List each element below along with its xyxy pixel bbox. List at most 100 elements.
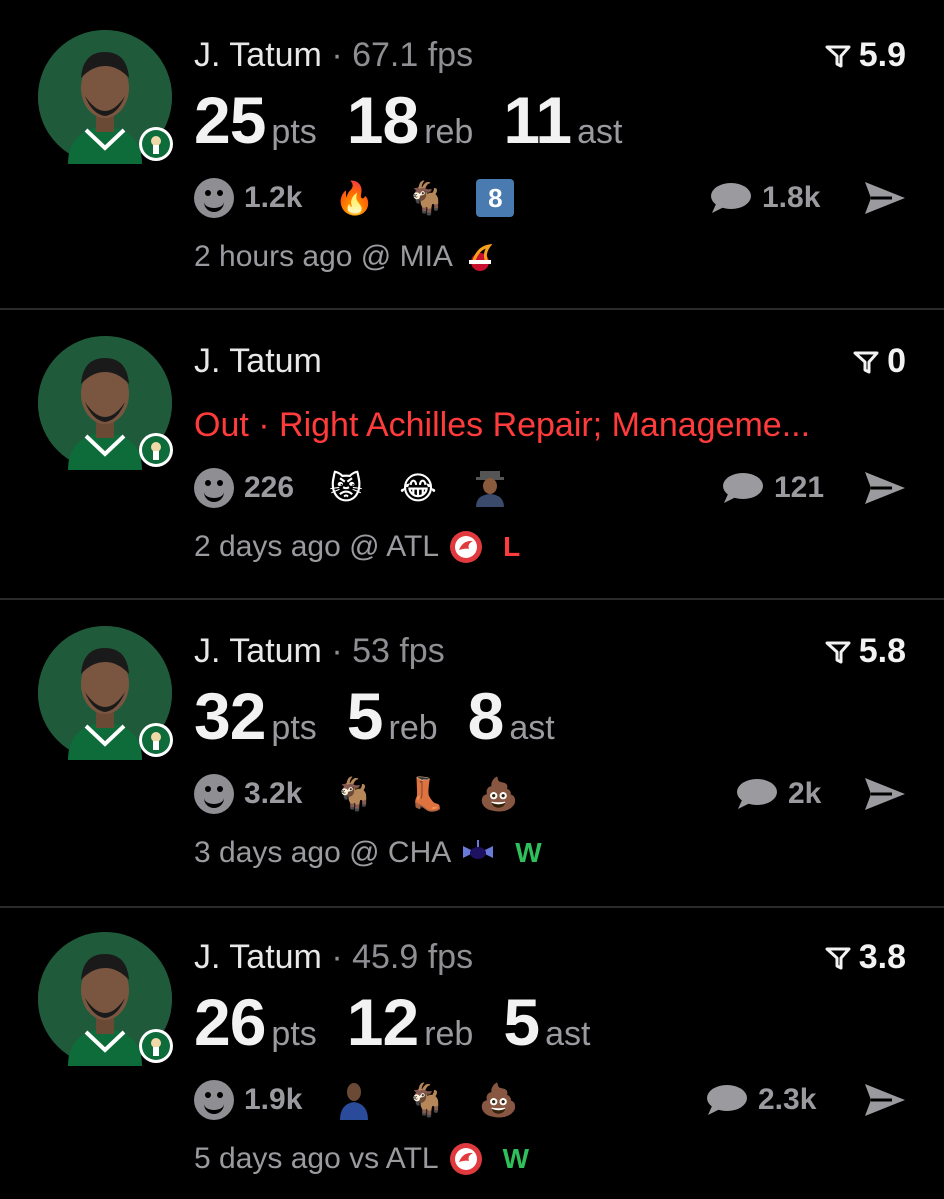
game-venue: vs ATL	[349, 1142, 439, 1175]
reaction-count[interactable]: 1.2k	[244, 181, 302, 215]
game-result: W	[515, 837, 542, 868]
reaction-bar: 1.2k 🔥 🐐 8	[194, 176, 515, 220]
assists-unit: ast	[577, 113, 623, 151]
share-icon[interactable]	[862, 1080, 908, 1120]
game-time: 5 days ago	[194, 1142, 341, 1175]
fantasy-points: 67.1 fps	[352, 36, 474, 74]
reaction-count[interactable]: 3.2k	[244, 777, 302, 811]
points-unit: pts	[271, 709, 317, 747]
person-avatar-emoji-icon[interactable]	[468, 466, 512, 510]
fantasy-points: 45.9 fps	[352, 938, 474, 976]
crying-laughing-emoji-icon[interactable]: 😂	[396, 466, 440, 510]
poop-emoji-icon[interactable]: 💩	[476, 772, 520, 816]
poop-emoji-icon[interactable]: 💩	[476, 1078, 520, 1122]
heat-logo-icon	[468, 243, 493, 271]
game-venue: @ CHA	[349, 836, 452, 869]
player-name-line: J. Tatum · 45.9 fps	[194, 938, 474, 976]
pouting-cat-emoji-icon[interactable]: 😾	[324, 466, 368, 510]
game-time: 2 hours ago	[194, 240, 353, 273]
player-name-line: J. Tatum · 53 fps	[194, 632, 445, 670]
rebounds-value: 18	[346, 83, 419, 157]
player-avatar-emoji-icon[interactable]	[332, 1078, 376, 1122]
share-icon[interactable]	[862, 774, 908, 814]
game-venue: @ MIA	[360, 240, 453, 273]
smiley-reaction-icon[interactable]	[194, 1080, 234, 1120]
rebounds-value: 12	[346, 985, 419, 1059]
rank-badge[interactable]: 3.8	[825, 938, 906, 977]
rank-value: 0	[887, 342, 906, 380]
game-meta: 2 hours ago @ MIA	[194, 240, 497, 274]
number-8-badge-icon[interactable]: 8	[476, 179, 515, 217]
hawks-logo-icon	[449, 1143, 482, 1175]
game-card[interactable]: J. Tatum · 45.9 fps 3.8 26 pts 12 reb 5 ast…	[0, 908, 944, 1199]
game-meta: 3 days ago @ CHA W	[194, 836, 542, 870]
points-value: 26	[194, 985, 266, 1059]
goat-emoji-icon[interactable]: 🐐	[404, 176, 448, 220]
goat-emoji-icon[interactable]: 🐐	[332, 772, 376, 816]
comments-button[interactable]: 1.8k	[710, 176, 820, 220]
player-avatar[interactable]	[38, 336, 173, 470]
points-unit: pts	[271, 1015, 317, 1053]
rank-value: 3.8	[858, 938, 906, 976]
smiley-reaction-icon[interactable]	[194, 468, 234, 508]
comment-count: 2k	[788, 777, 822, 810]
game-result: L	[503, 531, 521, 562]
smiley-reaction-icon[interactable]	[194, 178, 234, 218]
share-icon[interactable]	[862, 468, 908, 508]
player-name-line: J. Tatum · 67.1 fps	[194, 36, 474, 74]
player-name[interactable]: J. Tatum	[194, 342, 322, 380]
comments-button[interactable]: 121	[722, 466, 824, 510]
player-avatar[interactable]	[38, 30, 173, 164]
comments-button[interactable]: 2.3k	[706, 1078, 816, 1122]
filter-flag-icon	[825, 45, 851, 67]
boot-emoji-icon[interactable]: 👢	[404, 772, 448, 816]
comments-button[interactable]: 2k	[736, 772, 821, 816]
smiley-reaction-icon[interactable]	[194, 774, 234, 814]
game-card[interactable]: J. Tatum · 53 fps 5.8 32 pts 5 reb 8 ast 3.…	[0, 600, 944, 906]
points-value: 25	[194, 83, 266, 157]
game-card[interactable]: J. Tatum · 67.1 fps 5.9 25 pts 18 reb 11 as…	[0, 0, 944, 308]
rebounds-unit: reb	[424, 113, 474, 151]
assists-value: 8	[467, 679, 505, 753]
player-name[interactable]: J. Tatum	[194, 36, 322, 74]
game-venue: @ ATL	[349, 530, 440, 563]
game-card[interactable]: J. Tatum 0 Out · Right Achilles Repair; …	[0, 310, 944, 598]
reaction-count[interactable]: 226	[244, 471, 294, 505]
stat-line: 25 pts 18 reb 11 ast	[194, 82, 652, 158]
comment-count: 121	[774, 471, 825, 504]
reaction-bar: 226 😾 😂	[194, 466, 540, 510]
share-icon[interactable]	[862, 178, 908, 218]
filter-flag-icon	[825, 947, 851, 969]
comment-bubble-icon	[711, 183, 751, 213]
rank-value: 5.9	[858, 36, 906, 74]
comment-bubble-icon	[723, 473, 763, 503]
reaction-count[interactable]: 1.9k	[244, 1083, 302, 1117]
game-result: W	[502, 1143, 530, 1174]
stat-line: 32 pts 5 reb 8 ast	[194, 678, 585, 754]
fire-emoji-icon[interactable]: 🔥	[332, 176, 376, 220]
celtics-logo-icon	[139, 433, 173, 467]
rank-badge[interactable]: 5.8	[825, 632, 906, 671]
rank-badge[interactable]: 0	[853, 342, 906, 381]
player-name[interactable]: J. Tatum	[194, 632, 322, 670]
assists-unit: ast	[545, 1015, 591, 1053]
player-name-line: J. Tatum	[194, 342, 322, 381]
points-value: 32	[194, 679, 266, 753]
game-meta: 5 days ago vs ATL W	[194, 1142, 529, 1176]
hawks-logo-icon	[450, 531, 483, 563]
reaction-bar: 1.9k 🐐 💩	[194, 1078, 548, 1122]
player-avatar[interactable]	[38, 932, 173, 1066]
player-name[interactable]: J. Tatum	[194, 938, 322, 976]
fantasy-points: 53 fps	[352, 632, 445, 670]
rank-badge[interactable]: 5.9	[825, 36, 906, 75]
rebounds-value: 5	[346, 679, 384, 753]
game-time: 2 days ago	[194, 530, 341, 563]
player-avatar[interactable]	[38, 626, 173, 760]
assists-value: 11	[503, 83, 572, 157]
goat-emoji-icon[interactable]: 🐐	[404, 1078, 448, 1122]
injury-status[interactable]: Out · Right Achilles Repair; Manageme...	[194, 406, 810, 445]
celtics-logo-icon	[139, 1029, 173, 1063]
points-unit: pts	[271, 113, 317, 151]
rebounds-unit: reb	[388, 709, 438, 747]
filter-flag-icon	[853, 351, 879, 373]
